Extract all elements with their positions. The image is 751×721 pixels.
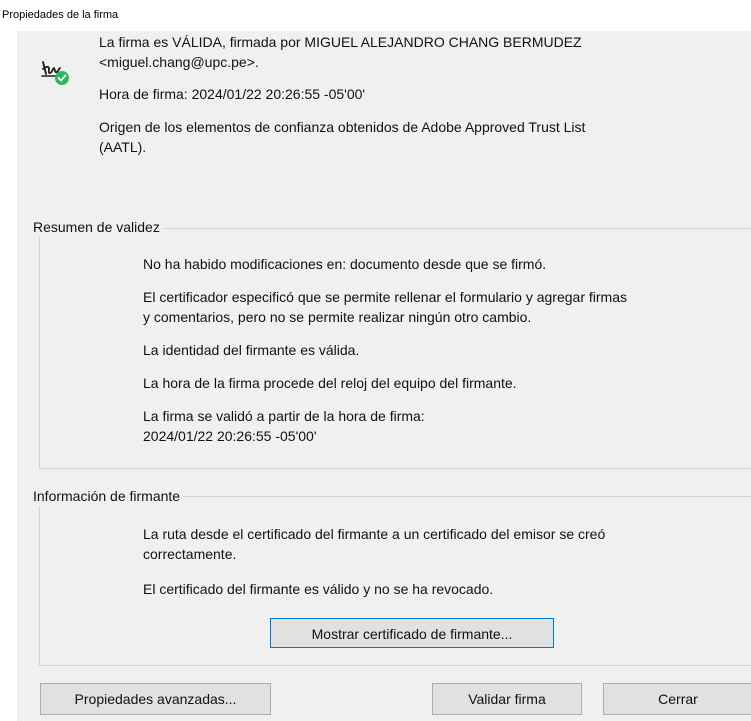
show-signer-certificate-label: Mostrar certificado de firmante... <box>311 626 513 642</box>
signing-time: Hora de firma: 2024/01/22 20:26:55 -05'0… <box>99 86 366 102</box>
validity-item-certifier-line-1: El certificador especificó que se permit… <box>143 289 627 305</box>
trust-source-line-2: (AATL). <box>99 139 147 155</box>
signer-info-not-revoked: El certificado del firmante es válido y … <box>143 581 494 597</box>
window-title: Propiedades de la firma <box>2 9 119 21</box>
signer-info-path-line-1: La ruta desde el certificado del firmant… <box>143 526 606 542</box>
signature-properties-dialog: La firma es VÁLIDA, firmada por MIGUEL A… <box>17 31 751 721</box>
signature-valid-icon <box>41 61 69 85</box>
signature-status-line: La firma es VÁLIDA, firmada por MIGUEL A… <box>99 34 582 50</box>
validity-summary-legend: Resumen de validez <box>30 217 163 237</box>
trust-source-line: Origen de los elementos de confianza obt… <box>99 119 586 135</box>
validate-signature-label: Validar firma <box>468 691 546 707</box>
validity-item-modifications: No ha habido modificaciones en: document… <box>143 256 547 272</box>
signer-info-legend: Información de firmante <box>30 486 184 506</box>
signer-info-path-line-2: correctamente. <box>143 546 237 562</box>
validity-item-validated-time: 2024/01/22 20:26:55 -05'00' <box>143 428 317 444</box>
window-titlebar: Propiedades de la firma <box>0 0 751 28</box>
validity-item-clock: La hora de la firma procede del reloj de… <box>143 375 517 391</box>
signer-email: <miguel.chang@upc.pe>. <box>99 54 259 70</box>
validity-item-validated-at: La firma se validó a partir de la hora d… <box>143 408 425 424</box>
advanced-properties-label: Propiedades avanzadas... <box>74 691 237 707</box>
validity-item-identity: La identidad del firmante es válida. <box>143 342 360 358</box>
show-signer-certificate-button[interactable]: Mostrar certificado de firmante... <box>270 618 554 648</box>
validate-signature-button[interactable]: Validar firma <box>432 683 582 715</box>
signature-summary: La firma es VÁLIDA, firmada por MIGUEL A… <box>17 31 751 201</box>
advanced-properties-button[interactable]: Propiedades avanzadas... <box>40 683 271 715</box>
close-button[interactable]: Cerrar <box>603 683 751 715</box>
close-label: Cerrar <box>658 691 698 707</box>
validity-item-certifier-line-2: y comentarios, pero no se permite realiz… <box>143 309 532 325</box>
